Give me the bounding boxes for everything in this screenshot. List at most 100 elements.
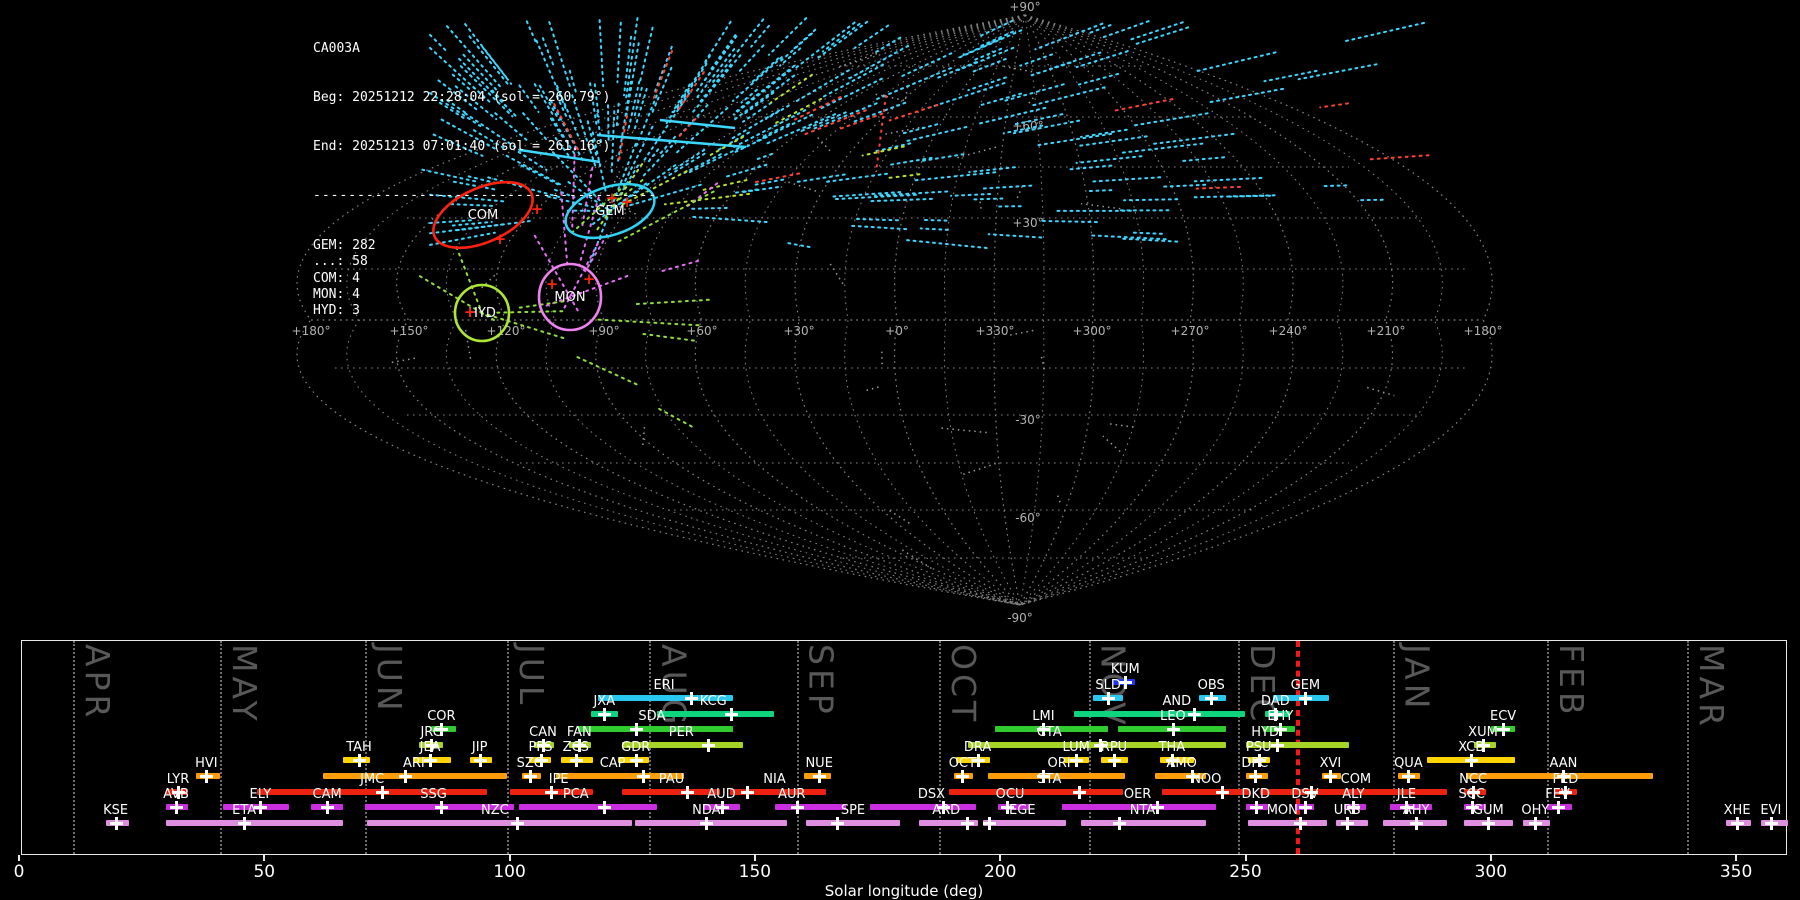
shower-label-pau: PAU: [658, 772, 685, 787]
count-line: HYD: 3: [313, 303, 360, 319]
x-axis-tick-label: 0: [13, 862, 25, 882]
shower-label-nzc: NZC: [481, 803, 509, 818]
month-label: MAR: [1692, 644, 1731, 730]
separator-line: ---------------------------------------: [313, 188, 658, 204]
peak-marker-eri: [685, 692, 699, 705]
x-axis-tick: [1244, 855, 1247, 861]
peak-marker-evi: [1764, 817, 1778, 830]
x-axis-tick-label: 300: [1474, 862, 1508, 882]
obs-end: End: 20251213 07:01:40 (sol = 261.16°): [313, 139, 611, 155]
peak-marker-dsv: [1298, 801, 1312, 814]
shower-label-leo: LEO: [1160, 709, 1186, 724]
shower-bar-jmc: [256, 789, 488, 795]
month-gridline: [796, 641, 799, 854]
shower-label-ipe: IPE: [548, 772, 569, 787]
shower-label-evi: EVI: [1760, 803, 1782, 818]
shower-label-jip: JIP: [471, 740, 488, 755]
x-axis-tick-label: 200: [983, 862, 1017, 882]
shower-label-ncc: NCC: [1459, 772, 1488, 787]
peak-marker-ard: [960, 817, 974, 830]
shower-label-oer: OER: [1123, 787, 1152, 802]
shower-label-lmi: LMI: [1032, 709, 1055, 724]
shower-label-cam: CAM: [312, 787, 342, 802]
shower-label-mon: MON: [1266, 803, 1298, 818]
shower-label-kum: KUM: [1110, 662, 1140, 677]
shower-label-pca: PCA: [562, 787, 589, 802]
x-axis-tick-label: 150: [738, 862, 772, 882]
shower-label-dad: DAD: [1261, 694, 1290, 709]
shower-label-obs: OBS: [1197, 678, 1225, 693]
shower-label-xvi: XVI: [1319, 756, 1342, 771]
x-axis-tick-label: 50: [253, 862, 276, 882]
shower-label-eta: ETA: [232, 803, 257, 818]
peak-marker-nta: [1112, 817, 1126, 830]
shower-label-ehy: EHY: [1267, 709, 1294, 724]
peak-marker-rpu: [1108, 754, 1121, 767]
shower-bar-eta: [166, 820, 343, 826]
peak-marker-gum: [1482, 817, 1496, 830]
shower-bar-aur: [774, 804, 846, 810]
peak-marker-spe: [830, 817, 844, 830]
shower-bar-noo: [1162, 789, 1251, 795]
shower-label-zcs: ZCS: [562, 740, 589, 755]
peak-marker-cap: [637, 770, 650, 783]
peak-marker-qua: [1402, 770, 1416, 783]
obs-begin: Beg: 20251212 22:28:04 (sol = 260.79°): [313, 90, 611, 106]
shower-label-per: PER: [668, 725, 694, 740]
shower-label-aly: ALY: [1342, 787, 1365, 802]
shower-bar-sda: [578, 726, 733, 732]
shower-label-gem: GEM: [1290, 678, 1321, 693]
peak-marker-pca: [598, 801, 612, 814]
info-block: CA003A Beg: 20251212 22:28:04 (sol = 260…: [313, 8, 657, 336]
shower-label-amo: AMO: [1166, 756, 1197, 771]
shower-label-lum: LUM: [1062, 740, 1090, 755]
shower-label-tah: TAH: [346, 740, 372, 755]
shower-label-ssg: SSG: [420, 787, 447, 802]
peak-marker-dpc: [1248, 770, 1262, 783]
shower-label-aan: AAN: [1549, 756, 1578, 771]
shower-label-pps: PPS: [528, 740, 553, 755]
shower-label-ely: ELY: [249, 787, 272, 802]
x-axis-tick: [263, 855, 266, 861]
peak-marker-lum: [1070, 754, 1084, 767]
shower-label-ecv: ECV: [1490, 709, 1517, 724]
month-label: FEB: [1552, 644, 1592, 719]
peak-marker-obs: [1205, 692, 1219, 705]
x-axis-tick: [18, 855, 20, 861]
month-gridline: [1687, 641, 1689, 854]
shower-label-sta: STA: [1037, 772, 1062, 787]
shower-label-ocu: OCU: [995, 787, 1025, 802]
shower-label-qua: QUA: [1394, 756, 1423, 771]
shower-label-gdr: GDR: [621, 740, 651, 755]
shower-bar-mon: [1248, 820, 1327, 826]
x-axis-tick: [1489, 855, 1492, 861]
peak-marker-sda: [629, 723, 643, 736]
peak-marker-aur: [791, 801, 805, 814]
peak-marker-kum: [1119, 676, 1133, 689]
count-line: COM: 4: [313, 270, 360, 286]
shower-label-ori: ORI: [1047, 756, 1071, 771]
shower-label-gum: GUM: [1472, 803, 1504, 818]
peak-marker-gdr: [629, 754, 643, 767]
shower-label-ahy: AHY: [1402, 803, 1430, 818]
peak-marker-sld: [1102, 692, 1116, 705]
shower-label-nue: NUE: [805, 756, 833, 771]
shower-counts: GEM: 282...: 58 COM: 4 MON: 4 HYD: 3: [313, 238, 657, 320]
peak-marker-ely: [254, 801, 268, 814]
shower-label-ege: EGE: [1009, 803, 1036, 818]
peak-marker-and: [1187, 708, 1201, 721]
peak-marker-jea: [424, 754, 438, 767]
shower-label-jrc: JRC: [420, 725, 442, 740]
shower-label-jmc: JMC: [360, 772, 385, 787]
shower-label-lyr: LYR: [166, 772, 190, 787]
peak-marker-cam: [321, 801, 335, 814]
peak-marker-oct: [956, 770, 970, 783]
peak-marker-kse: [109, 817, 123, 830]
month-label: OCT: [943, 644, 983, 726]
peak-marker-xhe: [1731, 817, 1745, 830]
x-axis-tick-label: 350: [1719, 862, 1753, 882]
shower-label-noo: NOO: [1191, 772, 1222, 787]
x-axis-tick: [753, 855, 756, 861]
peak-marker-ecv: [1497, 723, 1511, 736]
peak-marker-xcb: [1465, 754, 1479, 767]
